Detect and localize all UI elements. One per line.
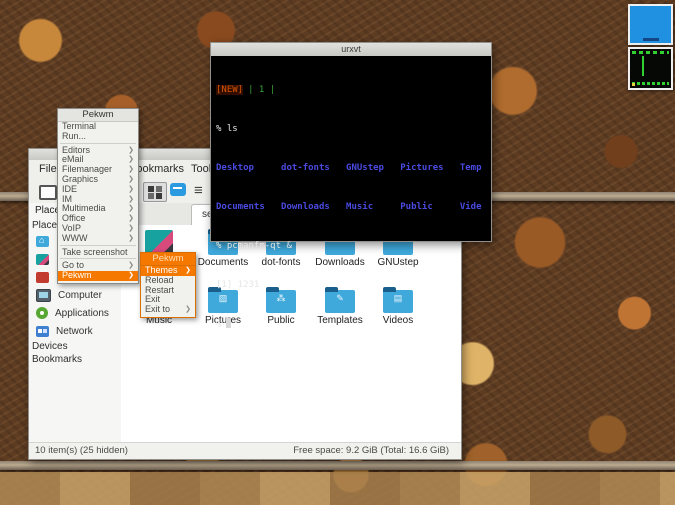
status-bar: 10 item(s) (25 hidden) Free space: 9.2 G… bbox=[29, 442, 461, 459]
menu-item-take-screenshot[interactable]: Take screenshot bbox=[58, 248, 138, 258]
pekwm-submenu: Pekwm Themes❯ Reload Restart Exit Exit t… bbox=[140, 252, 196, 318]
submenu-arrow-icon: ❯ bbox=[128, 261, 134, 271]
submenu-arrow-icon: ❯ bbox=[128, 195, 134, 205]
terminal-window[interactable]: urxvt [NEW] | 1 | % ls Desktop dot-fonts … bbox=[210, 42, 492, 242]
item-count-text: 10 item(s) (25 hidden) bbox=[35, 445, 128, 456]
menu-separator bbox=[60, 245, 136, 246]
preview-text-smudge bbox=[643, 38, 659, 41]
sidebar-item-network[interactable]: Network bbox=[29, 322, 121, 340]
terminal-line: [1] 1231 bbox=[216, 279, 491, 292]
submenu-arrow-icon: ❯ bbox=[185, 305, 191, 315]
new-badge: [NEW] bbox=[216, 85, 243, 95]
home-icon bbox=[36, 236, 49, 247]
monitor-yellow-dot bbox=[632, 83, 635, 86]
terminal-titlebar[interactable]: urxvt bbox=[211, 43, 491, 57]
workspace-indicator: | 1 | bbox=[248, 85, 275, 95]
submenu-arrow-icon: ❯ bbox=[128, 155, 134, 165]
submenu-arrow-icon: ❯ bbox=[128, 224, 134, 234]
submenu-arrow-icon: ❯ bbox=[128, 234, 134, 244]
network-icon bbox=[36, 326, 49, 337]
terminal-status-line: [NEW] | 1 | bbox=[216, 84, 491, 97]
sidebar-group-devices[interactable]: Devices bbox=[29, 340, 121, 353]
new-window-icon[interactable] bbox=[39, 185, 57, 200]
railroad-rail-bottom bbox=[0, 461, 675, 470]
applications-icon bbox=[36, 307, 48, 319]
terminal-line: % pcmanfm-qt & bbox=[216, 240, 491, 253]
desktop: File Bookmarks Tools ≡ Places Places bbox=[0, 0, 675, 505]
menu-file[interactable]: File bbox=[39, 163, 57, 175]
free-space-text: Free space: 9.2 GiB (Total: 16.6 GiB) bbox=[293, 445, 449, 456]
icon-view-button[interactable] bbox=[143, 182, 167, 202]
terminal-prompt-line: % bbox=[216, 318, 491, 332]
pekwm-root-menu: Pekwm Terminal Run... Editors❯ eMail❯ Fi… bbox=[57, 108, 139, 284]
menu-separator bbox=[60, 258, 136, 259]
terminal-screen[interactable]: [NEW] | 1 | % ls Desktop dot-fonts GNUste… bbox=[211, 56, 491, 241]
menu-item-exit-to[interactable]: Exit to❯ bbox=[141, 305, 195, 315]
submenu-arrow-icon: ❯ bbox=[128, 165, 134, 175]
terminal-line: % ls bbox=[216, 123, 491, 136]
sidebar-item-applications[interactable]: Applications bbox=[29, 304, 121, 322]
submenu-arrow-icon: ❯ bbox=[128, 146, 134, 156]
railroad-tie bbox=[0, 472, 675, 505]
submenu-arrow-icon: ❯ bbox=[128, 214, 134, 224]
submenu-arrow-icon: ❯ bbox=[185, 266, 191, 276]
menu-item-www[interactable]: WWW❯ bbox=[58, 234, 138, 244]
message-bubble-icon[interactable] bbox=[170, 183, 186, 196]
workspace-preview-blue[interactable] bbox=[628, 4, 673, 45]
submenu-arrow-icon: ❯ bbox=[128, 185, 134, 195]
submenu-arrow-icon: ❯ bbox=[128, 271, 134, 281]
menu-item-pekwm[interactable]: Pekwm❯ bbox=[58, 271, 138, 281]
submenu-arrow-icon: ❯ bbox=[128, 204, 134, 214]
monitor-baseline-row bbox=[632, 82, 669, 85]
submenu-arrow-icon: ❯ bbox=[128, 175, 134, 185]
monitor-graph-spike bbox=[642, 56, 644, 76]
text-cursor bbox=[226, 318, 231, 328]
trash-icon bbox=[36, 272, 49, 283]
menu-item-run[interactable]: Run... bbox=[58, 132, 138, 142]
sidebar-group-bookmarks[interactable]: Bookmarks bbox=[29, 353, 121, 366]
sidebar-item-computer[interactable]: Computer bbox=[29, 286, 121, 304]
menu-separator bbox=[60, 143, 136, 144]
terminal-line: Desktop dot-fonts GNUstep Pictures Temp bbox=[216, 162, 491, 175]
hamburger-menu-icon[interactable]: ≡ bbox=[194, 182, 210, 200]
workspace-preview-monitor[interactable] bbox=[628, 47, 673, 90]
terminal-line: Documents Downloads Music Public Vide bbox=[216, 201, 491, 214]
computer-icon bbox=[36, 289, 51, 302]
monitor-text-row bbox=[632, 51, 669, 54]
desktop-icon bbox=[36, 254, 49, 265]
